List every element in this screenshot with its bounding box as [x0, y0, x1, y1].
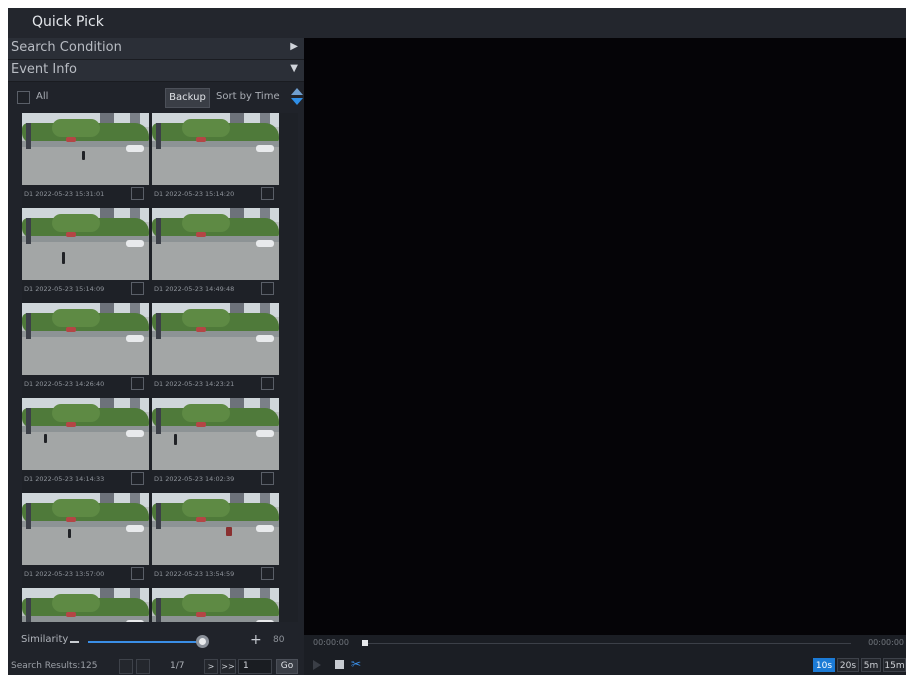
backup-button[interactable]: Backup — [165, 88, 210, 108]
thumbnail-image[interactable] — [22, 398, 149, 470]
pagination-bar: Search Results:125 1/7 > >> 1 Go — [8, 658, 304, 675]
page-info: 1/7 — [170, 661, 185, 671]
select-all-checkbox[interactable] — [17, 91, 30, 104]
timeline-track[interactable] — [368, 643, 851, 644]
thumbnail-checkbox[interactable] — [261, 567, 274, 580]
thumbnail-checkbox[interactable] — [131, 472, 144, 485]
thumbnail-grid: D1 2022-05-23 15:31:01 D1 2022-05-23 15:… — [22, 113, 298, 622]
thumbnail-image[interactable] — [22, 113, 149, 185]
thumbnail-label: D1 2022-05-23 14:26:40 — [24, 380, 105, 388]
similarity-label: Similarity — [21, 634, 69, 645]
timeline-start-time: 00:00:00 — [313, 638, 349, 647]
thumbnail-label: D1 2022-05-23 14:49:48 — [154, 285, 235, 293]
thumbnail-checkbox[interactable] — [261, 187, 274, 200]
select-all-label: All — [36, 91, 49, 102]
thumbnail-checkbox[interactable] — [131, 282, 144, 295]
thumbnail-card[interactable]: D1 2022-05-23 14:02:39 — [152, 398, 279, 492]
page-number-input[interactable]: 1 — [238, 659, 272, 674]
thumbnail-card[interactable]: D1 2022-05-23 14:49:48 — [152, 208, 279, 302]
thumbnail-checkbox[interactable] — [131, 567, 144, 580]
thumbnail-label: D1 2022-05-23 15:14:09 — [24, 285, 105, 293]
thumbnail-image[interactable] — [152, 113, 279, 185]
thumbnail-image[interactable] — [152, 398, 279, 470]
chevron-down-icon: ▼ — [290, 63, 298, 74]
thumbnail-checkbox[interactable] — [131, 187, 144, 200]
thumbnail-image[interactable] — [22, 208, 149, 280]
clip-icon[interactable]: ✂ — [351, 657, 361, 671]
thumbnail-checkbox[interactable] — [131, 377, 144, 390]
thumbnail-image[interactable] — [152, 208, 279, 280]
next-page-button[interactable]: > — [204, 659, 218, 674]
go-button[interactable]: Go — [276, 659, 298, 674]
thumbnail-label: D1 2022-05-23 14:14:33 — [24, 475, 105, 483]
sort-by-label: Sort by Time — [216, 91, 280, 102]
thumbnail-checkbox[interactable] — [261, 282, 274, 295]
thumbnail-card[interactable]: D1 2022-05-23 13:57:00 — [22, 493, 149, 587]
thumbnail-image[interactable] — [22, 493, 149, 565]
thumbnail-image[interactable] — [152, 588, 279, 622]
stop-icon[interactable] — [335, 660, 344, 669]
first-page-button[interactable] — [119, 659, 133, 674]
window-title: Quick Pick — [32, 14, 104, 30]
thumbnail-label: D1 2022-05-23 13:54:59 — [154, 570, 235, 578]
thumbnail-card[interactable]: D1 2022-05-23 15:14:09 — [22, 208, 149, 302]
thumbnail-card[interactable]: D1 2022-05-23 14:23:21 — [152, 303, 279, 397]
last-page-button[interactable]: >> — [220, 659, 236, 674]
minus-icon[interactable] — [70, 641, 79, 643]
prev-page-button[interactable] — [136, 659, 150, 674]
zoom-15m-button[interactable]: 15m — [883, 658, 906, 672]
timeline-end-time: 00:00:00 — [868, 638, 904, 647]
sort-descending-icon — [291, 98, 303, 105]
sort-ascending-icon — [291, 88, 303, 95]
thumbnail-image[interactable] — [22, 588, 149, 622]
thumbnail-card[interactable]: D1 2022-05-23 15:14:20 — [152, 113, 279, 207]
play-icon[interactable] — [313, 660, 321, 670]
thumbnail-label: D1 2022-05-23 14:23:21 — [154, 380, 235, 388]
thumbnail-checkbox[interactable] — [261, 377, 274, 390]
event-info-header[interactable]: Event Info ▼ — [8, 60, 304, 82]
event-info-label: Event Info — [11, 62, 77, 77]
sort-updown-icon[interactable] — [291, 88, 303, 106]
thumbnail-image[interactable] — [152, 493, 279, 565]
thumbnail-card[interactable]: D1 2022-05-23 15:31:01 — [22, 113, 149, 207]
playback-timeline: 00:00:00 00:00:00 ✂ 10s 20s 5m 15m — [304, 635, 906, 675]
search-results-count: Search Results:125 — [11, 661, 98, 671]
chevron-right-icon: ▶ — [290, 41, 298, 52]
similarity-control: Similarity + 80 — [8, 631, 304, 651]
plus-icon[interactable]: + — [250, 632, 262, 648]
left-panel: Search Condition ▶ Event Info ▼ All Back… — [8, 38, 304, 675]
thumbnail-card[interactable]: D1 2022-05-23 14:14:33 — [22, 398, 149, 492]
quick-pick-window: Quick Pick Search Condition ▶ Event Info… — [8, 8, 906, 675]
thumbnail-label: D1 2022-05-23 14:02:39 — [154, 475, 235, 483]
thumbnail-image[interactable] — [152, 303, 279, 375]
zoom-10s-button[interactable]: 10s — [813, 658, 835, 672]
zoom-5m-button[interactable]: 5m — [861, 658, 881, 672]
thumbnail-label: D1 2022-05-23 15:31:01 — [24, 190, 105, 198]
title-bar: Quick Pick — [8, 8, 906, 38]
thumbnail-card[interactable] — [152, 588, 279, 622]
thumbnail-card[interactable] — [22, 588, 149, 622]
thumbnail-image[interactable] — [22, 303, 149, 375]
thumbnail-card[interactable]: D1 2022-05-23 13:54:59 — [152, 493, 279, 587]
similarity-value: 80 — [273, 635, 285, 645]
similarity-slider-track[interactable] — [88, 641, 200, 643]
thumbnail-label: D1 2022-05-23 15:14:20 — [154, 190, 235, 198]
thumbnail-card[interactable]: D1 2022-05-23 14:26:40 — [22, 303, 149, 397]
thumbnail-label: D1 2022-05-23 13:57:00 — [24, 570, 105, 578]
zoom-20s-button[interactable]: 20s — [837, 658, 859, 672]
search-condition-label: Search Condition — [11, 40, 122, 55]
search-condition-header[interactable]: Search Condition ▶ — [8, 38, 304, 60]
thumbnail-checkbox[interactable] — [261, 472, 274, 485]
video-player[interactable] — [304, 38, 906, 635]
event-toolbar: All Backup Sort by Time — [8, 83, 304, 111]
similarity-slider-handle[interactable] — [196, 635, 209, 648]
